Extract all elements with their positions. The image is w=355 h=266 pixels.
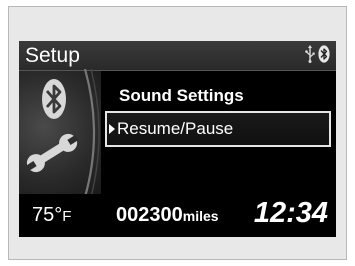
menu-item-resume-pause[interactable]: Resume/Pause: [105, 111, 331, 147]
panel-divider-arc: [83, 69, 100, 197]
odometer: 002300miles: [116, 203, 219, 228]
bluetooth-icon: [318, 44, 330, 68]
temperature-unit: F: [62, 208, 72, 225]
temperature-value: 75°: [32, 204, 63, 226]
wrench-icon: [23, 131, 81, 180]
status-bar: 75°F 002300miles 12:34: [19, 194, 336, 237]
selection-arrow-icon: [109, 124, 115, 134]
odometer-unit: miles: [182, 208, 219, 224]
audio-display-screen: Setup Sound Settings Resume/Pause 75°F 0…: [19, 41, 336, 237]
status-icons: [305, 44, 330, 68]
clock: 12:34: [253, 197, 328, 229]
menu-title: Sound Settings: [119, 86, 244, 105]
outside-temperature: 75°F: [32, 203, 71, 229]
menu-item-label: Resume/Pause: [117, 119, 234, 138]
screen-title: Setup: [25, 44, 80, 67]
usb-icon: [305, 44, 315, 68]
odometer-value: 002300: [116, 204, 183, 226]
bluetooth-icon: [41, 77, 67, 126]
header-bar: Setup: [19, 41, 336, 71]
